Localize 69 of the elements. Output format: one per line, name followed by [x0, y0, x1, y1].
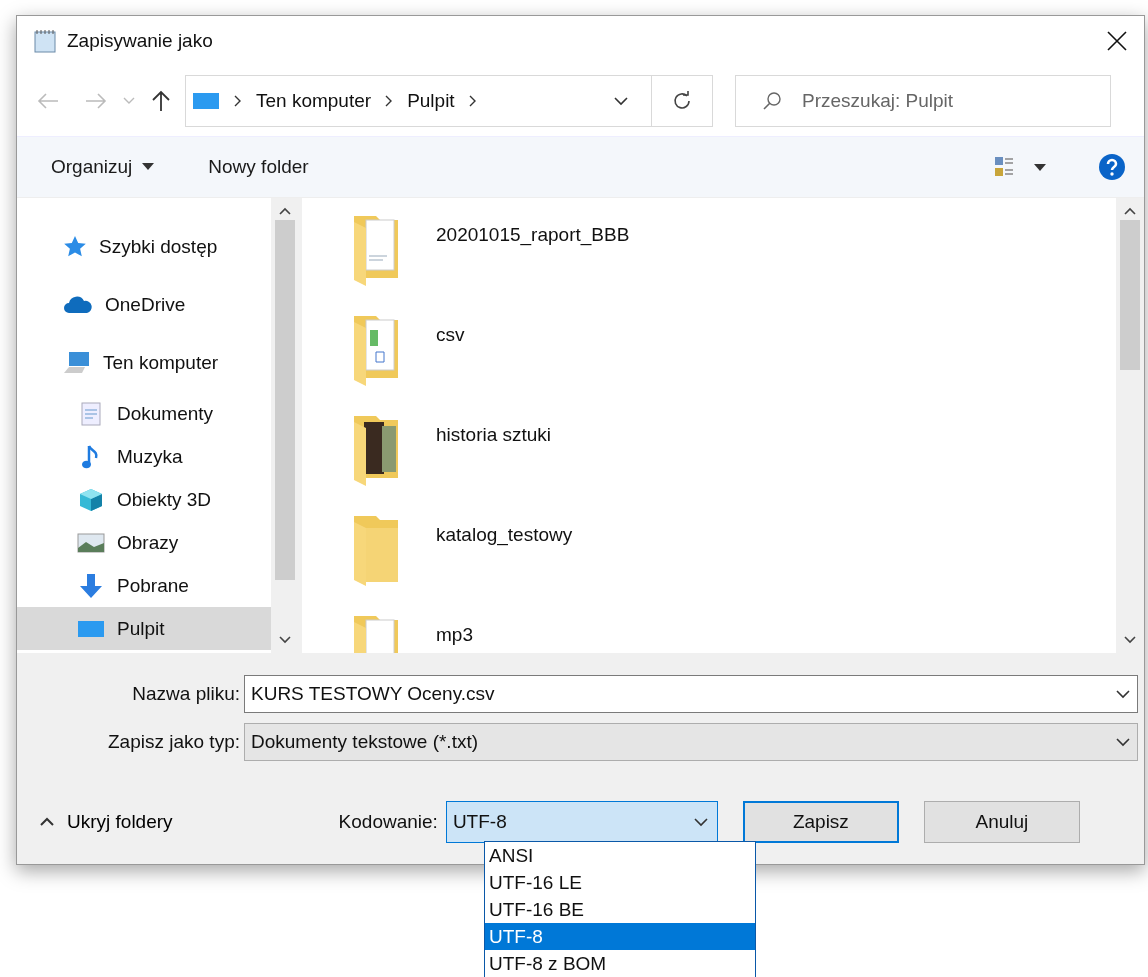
search-icon — [762, 91, 782, 111]
dialog-button[interactable]: Anuluj — [923, 801, 1080, 843]
download-arrow-icon — [79, 572, 103, 599]
sidebar-item[interactable]: Obiekty 3D — [17, 478, 271, 521]
sidebar-item[interactable]: Ten komputer — [17, 334, 271, 392]
breadcrumb-item[interactable]: Ten komputer — [256, 90, 372, 112]
folder-name[interactable]: 20201015_raport_BBB — [436, 224, 630, 246]
folder-name[interactable]: katalog_testowy — [436, 524, 573, 546]
desktop-icon — [192, 91, 220, 111]
field-label: Nazwa pliku: — [131, 683, 241, 705]
scrollbar[interactable] — [271, 198, 299, 653]
help-icon[interactable] — [1098, 153, 1126, 181]
sidebar-item[interactable]: Szybki dostęp — [17, 218, 271, 276]
dropdown-option[interactable]: UTF-16 LE — [485, 869, 755, 896]
hide-folders-button[interactable]: Ukryj foldery — [39, 811, 173, 833]
chevron-right-icon — [385, 95, 394, 107]
sidebar-item[interactable]: Obrazy — [17, 521, 271, 564]
caret-down-icon[interactable] — [142, 163, 155, 171]
dropdown-option[interactable]: UTF-16 BE — [485, 896, 755, 923]
music-note-icon — [81, 443, 101, 470]
cloud-icon — [63, 296, 93, 314]
cube-icon — [78, 486, 104, 513]
document-icon — [81, 401, 101, 426]
chevron-down-icon[interactable] — [613, 96, 629, 106]
new-folder-button[interactable]: Nowy folder — [208, 156, 309, 178]
chevron-up-icon[interactable] — [1123, 206, 1137, 216]
chevron-down-icon[interactable] — [1115, 689, 1131, 699]
file-name-field[interactable]: KURS TESTOWY Oceny.csv — [244, 675, 1138, 713]
close-icon[interactable] — [1106, 30, 1128, 52]
notepad-icon — [33, 29, 59, 53]
chevron-right-icon — [234, 95, 242, 107]
search-field[interactable]: Przeszukaj: Pulpit — [735, 75, 1111, 127]
search-placeholder: Przeszukaj: Pulpit — [802, 90, 953, 112]
sidebar-item[interactable]: Pobrane — [17, 564, 271, 607]
sidebar-item[interactable]: OneDrive — [17, 276, 271, 334]
chevron-down-icon[interactable] — [278, 635, 292, 645]
dropdown-option[interactable]: UTF-8 — [485, 923, 755, 950]
desktop-icon — [77, 618, 105, 639]
chevron-down-icon[interactable] — [1123, 635, 1137, 645]
refresh-icon[interactable] — [672, 91, 692, 111]
folder-name[interactable]: historia sztuki — [436, 424, 552, 446]
dropdown-option[interactable]: UTF-8 z BOM — [485, 950, 755, 977]
window-title: Zapisywanie jako — [67, 30, 214, 52]
folder-name[interactable]: mp3 — [436, 624, 473, 646]
file-type-dropdown[interactable]: Dokumenty tekstowe (*.txt) — [244, 723, 1138, 761]
scrollbar[interactable] — [1116, 198, 1144, 653]
chevron-down-icon[interactable] — [692, 817, 709, 827]
chevron-up-icon[interactable] — [39, 817, 55, 827]
address-bar[interactable]: Ten komputer Pulpit — [185, 75, 713, 127]
chevron-down-icon[interactable] — [1115, 737, 1131, 747]
organize-button[interactable]: Organizuj — [51, 156, 155, 178]
sidebar-item[interactable]: Pulpit — [17, 607, 271, 650]
landscape-icon — [77, 532, 105, 553]
star-icon — [63, 235, 87, 259]
field-label: Zapisz jako typ: — [107, 731, 241, 753]
dialog-button[interactable]: Zapisz — [742, 801, 899, 843]
scrollbar-thumb[interactable] — [1120, 220, 1140, 370]
up-arrow-icon[interactable] — [151, 90, 171, 112]
field-label: Kodowanie: — [338, 811, 438, 833]
folder-name[interactable]: csv — [436, 324, 465, 346]
dropdown-option[interactable]: ANSI — [485, 842, 755, 869]
sidebar-item[interactable]: Dokumenty — [17, 392, 271, 435]
sidebar-item[interactable]: Muzyka — [17, 435, 271, 478]
scrollbar-thumb[interactable] — [275, 220, 295, 580]
computer-icon — [63, 351, 91, 375]
chevron-right-icon[interactable] — [468, 95, 477, 107]
chevron-up-icon[interactable] — [278, 206, 292, 216]
encoding-dropdown[interactable]: UTF-8 — [445, 801, 718, 843]
breadcrumb-item[interactable]: Pulpit — [407, 90, 455, 112]
